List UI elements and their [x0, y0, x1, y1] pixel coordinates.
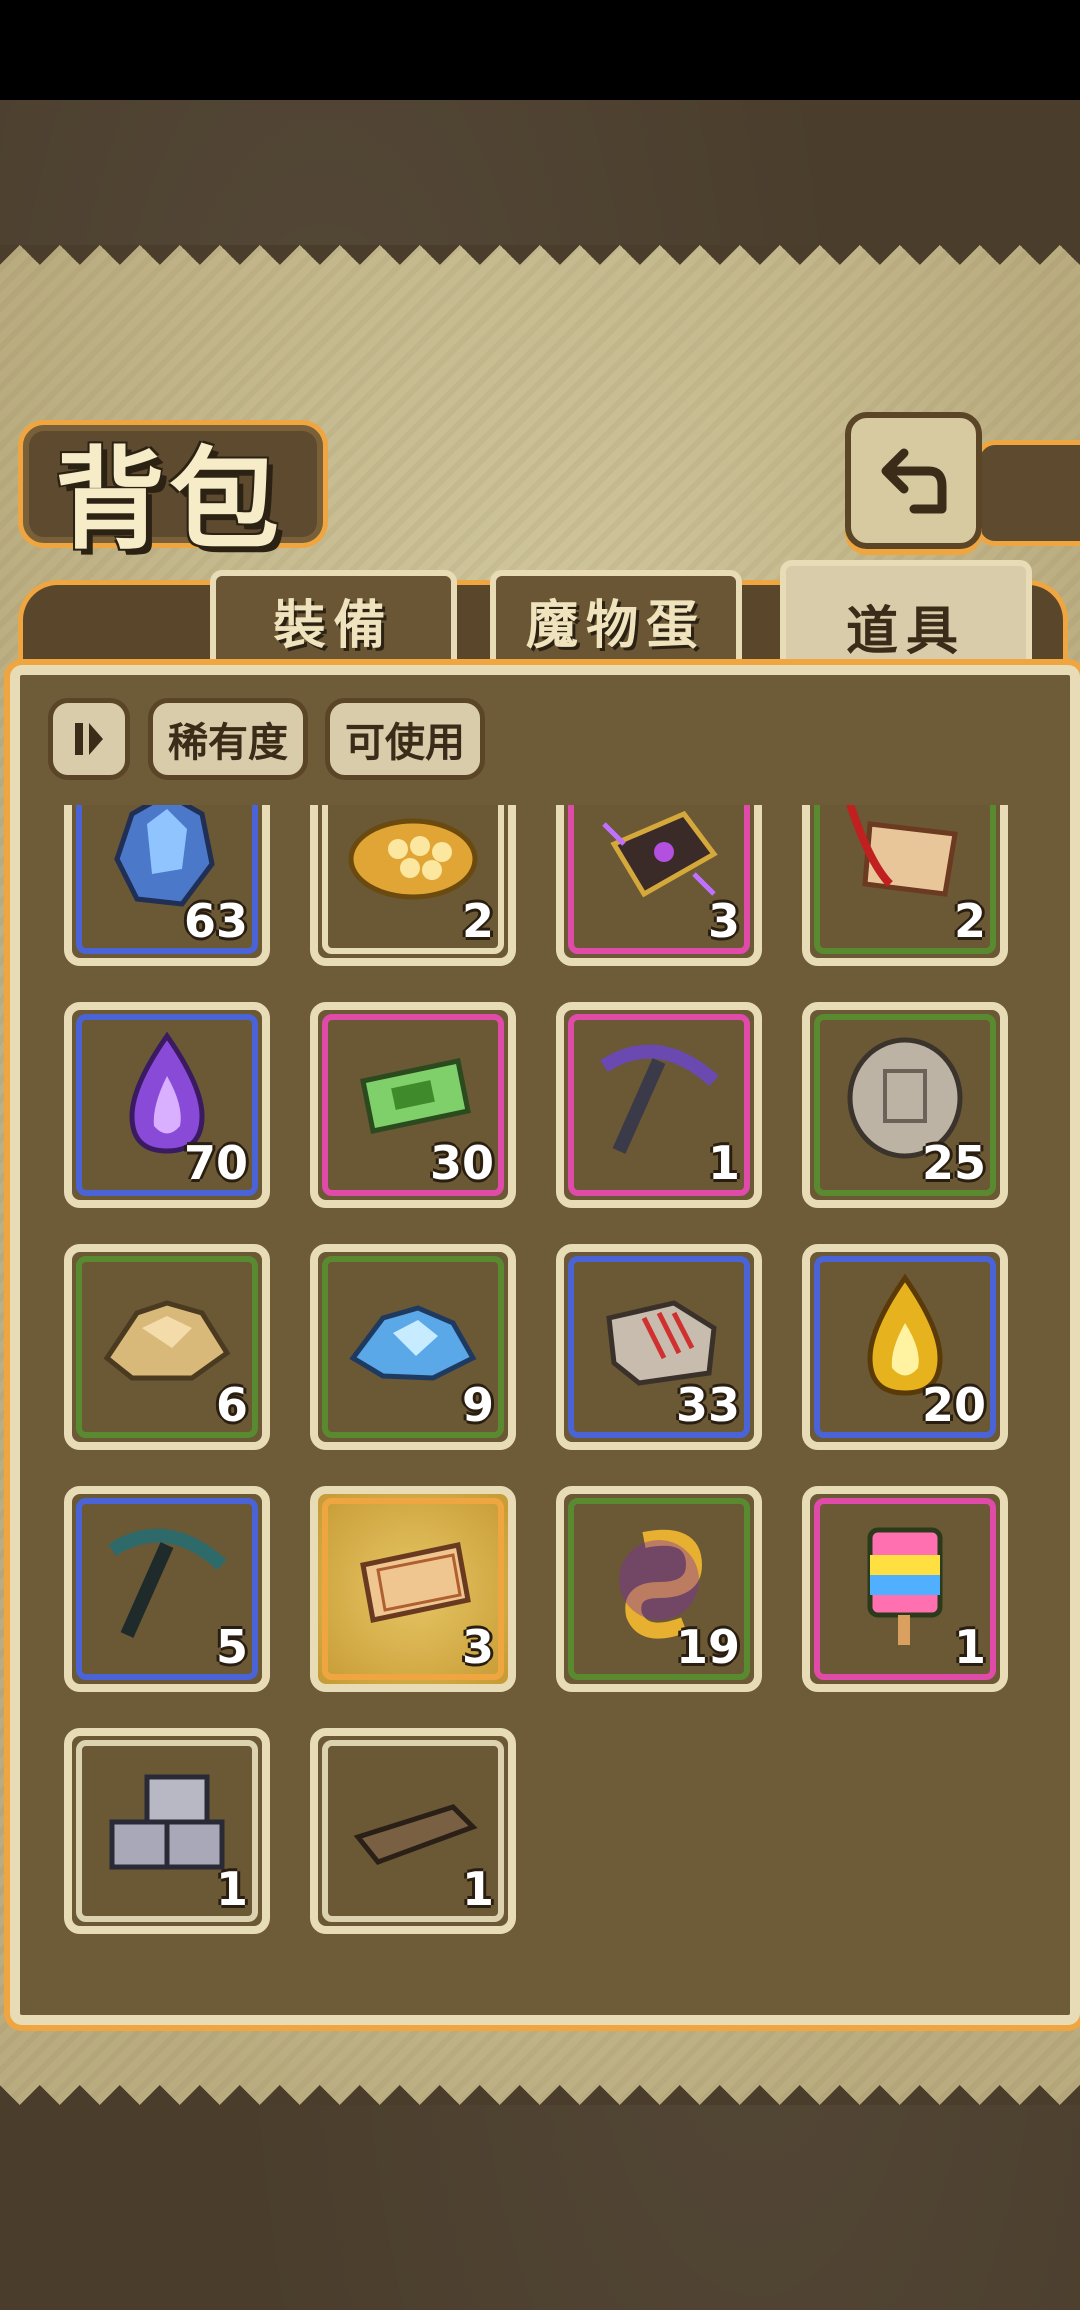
return-arrow-icon: [881, 448, 946, 513]
zigzag-edge-top: [0, 245, 1080, 285]
filter-rarity-button[interactable]: 稀有度: [148, 698, 308, 780]
item-count: 5: [215, 1620, 248, 1674]
item-count: 33: [675, 1378, 740, 1432]
zigzag-edge-bottom: [0, 2065, 1080, 2105]
item-count: 25: [921, 1136, 986, 1190]
filter-rarity-label: 稀有度: [168, 720, 288, 766]
item-count: 30: [429, 1136, 494, 1190]
tab-label: 道具: [845, 601, 966, 662]
back-button[interactable]: [845, 412, 982, 549]
inventory-slot[interactable]: 20: [802, 1244, 1008, 1450]
item-count: 6: [215, 1378, 248, 1432]
tab-label: 魔物蛋: [525, 595, 706, 656]
tab-monster-eggs[interactable]: 魔物蛋: [490, 570, 742, 664]
item-count: 1: [707, 1136, 740, 1190]
inventory-slot[interactable]: 30: [310, 1002, 516, 1208]
page-title: 背包: [55, 436, 283, 564]
item-count: 3: [461, 1620, 494, 1674]
inventory-slot[interactable]: 70: [64, 1002, 270, 1208]
back-bar: [975, 440, 1080, 546]
inventory-slot[interactable]: 1: [310, 1728, 516, 1934]
inventory-slot[interactable]: 63: [64, 805, 270, 966]
item-count: 70: [183, 1136, 248, 1190]
item-count: 1: [461, 1862, 494, 1916]
item-grid-viewport[interactable]: 63 2 3 2 70 30 1 25 6 9 33 20 5 3 19 1 1 1: [40, 805, 1040, 1975]
inventory-slot[interactable]: 1: [802, 1486, 1008, 1692]
inventory-slot[interactable]: 9: [310, 1244, 516, 1450]
inventory-slot[interactable]: 25: [802, 1002, 1008, 1208]
inventory-slot[interactable]: 3: [310, 1486, 516, 1692]
item-count: 9: [461, 1378, 494, 1432]
item-count: 63: [183, 894, 248, 948]
filter-usable-label: 可使用: [345, 720, 465, 766]
item-count: 19: [675, 1620, 740, 1674]
item-count: 1: [215, 1862, 248, 1916]
item-count: 2: [953, 894, 986, 948]
tab-label: 裝備: [273, 595, 394, 656]
sort-toggle-button[interactable]: [48, 698, 130, 780]
item-count: 2: [461, 894, 494, 948]
item-count: 3: [707, 894, 740, 948]
item-grid: 63 2 3 2 70 30 1 25 6 9 33 20 5 3 19 1 1 1: [64, 805, 1040, 1934]
item-count: 20: [921, 1378, 986, 1432]
inventory-slot[interactable]: 2: [802, 805, 1008, 966]
inventory-slot[interactable]: 6: [64, 1244, 270, 1450]
inventory-slot[interactable]: 1: [556, 1002, 762, 1208]
inventory-slot[interactable]: 1: [64, 1728, 270, 1934]
inventory-slot[interactable]: 19: [556, 1486, 762, 1692]
inventory-slot[interactable]: 3: [556, 805, 762, 966]
item-count: 1: [953, 1620, 986, 1674]
sort-icon: [75, 723, 103, 755]
inventory-slot[interactable]: 5: [64, 1486, 270, 1692]
filter-usable-button[interactable]: 可使用: [325, 698, 485, 780]
tab-equipment[interactable]: 裝備: [210, 570, 457, 664]
inventory-slot[interactable]: 33: [556, 1244, 762, 1450]
inventory-slot[interactable]: 2: [310, 805, 516, 966]
